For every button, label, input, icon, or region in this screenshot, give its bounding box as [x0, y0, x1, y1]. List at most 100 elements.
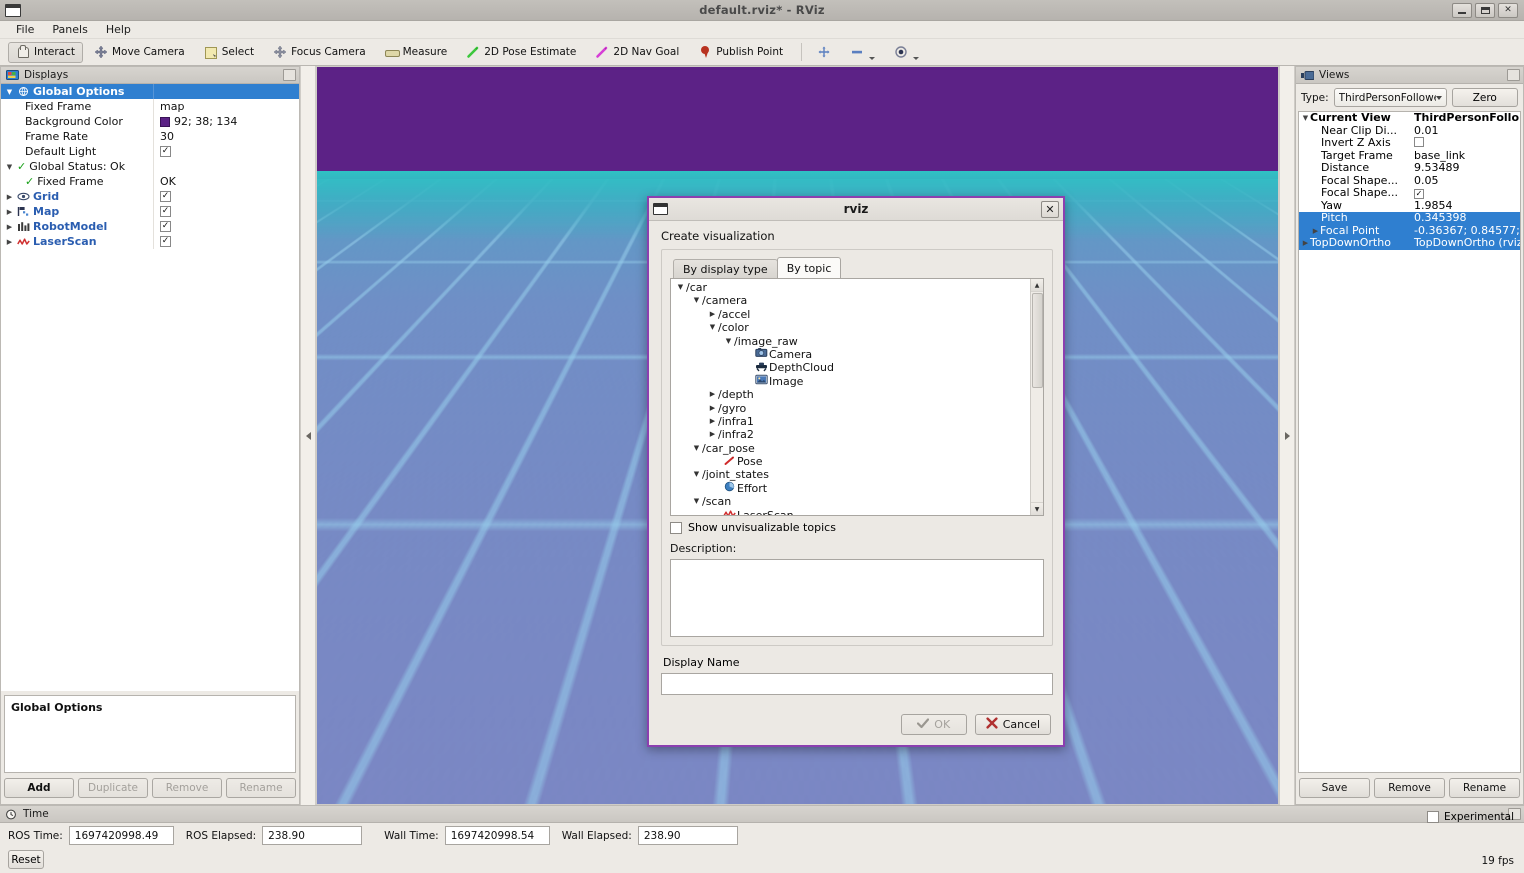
views-tree[interactable]: Current View ThirdPersonFollo... Near Cl…	[1298, 111, 1521, 773]
expand-arrow-icon[interactable]	[691, 294, 702, 307]
expand-arrow-icon[interactable]	[675, 281, 686, 294]
view-row-focal-point[interactable]: Focal Point -0.36367; 0.84577;...	[1299, 225, 1520, 238]
view-value[interactable]: 1.9854	[1411, 200, 1520, 213]
view-value[interactable]: 0.345398	[1411, 212, 1520, 225]
show-unvisualizable-row[interactable]: Show unvisualizable topics	[670, 521, 1044, 534]
tool-select[interactable]: Select	[196, 42, 262, 63]
display-row-fixed-frame[interactable]: Fixed Frame map	[1, 99, 299, 114]
menu-help[interactable]: Help	[98, 22, 139, 37]
views-float-button[interactable]	[1507, 69, 1520, 81]
topic-row-color[interactable]: /color	[671, 321, 1030, 334]
tab-by-topic[interactable]: By topic	[777, 257, 842, 278]
expand-arrow-icon[interactable]	[5, 88, 14, 96]
scrollbar-thumb[interactable]	[1032, 293, 1043, 388]
dialog-close-button[interactable]: ✕	[1041, 201, 1059, 218]
topic-row-camera[interactable]: /camera	[671, 294, 1030, 307]
display-row-map[interactable]: Map ✓	[1, 204, 299, 219]
reset-time-button[interactable]: Reset	[8, 850, 44, 869]
topic-row-infra1[interactable]: /infra1	[671, 415, 1030, 428]
tool-measure[interactable]: Measure	[377, 42, 456, 63]
expand-arrow-icon[interactable]	[707, 428, 718, 441]
view-row-invert-z-axis[interactable]: Invert Z Axis	[1299, 137, 1520, 150]
scroll-up-icon[interactable]: ▲	[1031, 279, 1044, 292]
topic-tree-scrollbar[interactable]: ▲ ▼	[1030, 279, 1043, 515]
wall-elapsed-input[interactable]: 238.90	[638, 826, 738, 845]
display-row-frame-rate[interactable]: Frame Rate 30	[1, 129, 299, 144]
display-value[interactable]: 30	[160, 129, 174, 144]
remove-tool-button[interactable]	[842, 42, 883, 63]
view-value[interactable]: -0.36367; 0.84577;...	[1411, 225, 1520, 238]
expand-arrow-icon[interactable]	[5, 163, 14, 171]
expand-arrow-icon[interactable]	[707, 388, 718, 401]
tool-properties-button[interactable]	[886, 42, 927, 63]
expand-arrow-icon[interactable]	[1301, 239, 1310, 247]
expand-arrow-icon[interactable]	[723, 335, 734, 348]
view-row-distance[interactable]: Distance 9.53489	[1299, 162, 1520, 175]
view-value[interactable]: 0.05	[1411, 175, 1520, 188]
color-swatch[interactable]	[160, 117, 170, 127]
expand-arrow-icon[interactable]	[1301, 114, 1310, 122]
expand-arrow-icon[interactable]	[691, 442, 702, 455]
view-row-pitch[interactable]: Pitch 0.345398	[1299, 212, 1520, 225]
view-row-yaw[interactable]: Yaw 1.9854	[1299, 200, 1520, 213]
tool-publish-point[interactable]: Publish Point	[690, 42, 791, 63]
rename-display-button[interactable]: Rename	[226, 778, 296, 798]
remove-display-button[interactable]: Remove	[152, 778, 222, 798]
topic-row-car[interactable]: /car	[671, 281, 1030, 294]
topic-row-image-display[interactable]: Image	[671, 375, 1030, 388]
expand-arrow-icon[interactable]	[691, 495, 702, 508]
remove-view-button[interactable]: Remove	[1374, 778, 1445, 798]
scroll-down-icon[interactable]: ▼	[1031, 502, 1044, 515]
expand-arrow-icon[interactable]	[707, 321, 718, 334]
displays-float-button[interactable]	[283, 69, 296, 81]
description-textarea[interactable]	[670, 559, 1044, 637]
duplicate-display-button[interactable]: Duplicate	[78, 778, 148, 798]
display-name-input[interactable]	[661, 673, 1053, 695]
topic-row-depth[interactable]: /depth	[671, 388, 1030, 401]
right-splitter-collapse-handle[interactable]	[1279, 66, 1295, 805]
tool-2d-nav-goal[interactable]: 2D Nav Goal	[587, 42, 687, 63]
display-value[interactable]: 92; 38; 134	[174, 114, 237, 129]
topic-row-laserscan-display[interactable]: LaserScan	[671, 509, 1030, 515]
map-visibility-checkbox[interactable]: ✓	[160, 206, 171, 217]
topic-row-image-raw[interactable]: /image_raw	[671, 335, 1030, 348]
display-row-grid[interactable]: Grid ✓	[1, 189, 299, 204]
ros-elapsed-input[interactable]: 238.90	[262, 826, 362, 845]
tool-2d-pose-estimate[interactable]: 2D Pose Estimate	[458, 42, 584, 63]
topic-row-scan[interactable]: /scan	[671, 495, 1030, 508]
menu-panels[interactable]: Panels	[44, 22, 95, 37]
displays-tree[interactable]: Global Options Fixed Frame map Backgroun…	[1, 84, 299, 691]
expand-arrow-icon[interactable]	[691, 468, 702, 481]
grid-visibility-checkbox[interactable]: ✓	[160, 191, 171, 202]
tab-by-display-type[interactable]: By display type	[673, 259, 778, 278]
tool-interact[interactable]: Interact	[8, 42, 83, 63]
expand-arrow-icon[interactable]	[5, 238, 14, 246]
rename-view-button[interactable]: Rename	[1449, 778, 1520, 798]
topic-row-joint-states[interactable]: /joint_states	[671, 468, 1030, 481]
view-row-current-view[interactable]: Current View ThirdPersonFollo...	[1299, 112, 1520, 125]
view-type-combobox[interactable]: ThirdPersonFollower	[1334, 88, 1447, 107]
dialog-ok-button[interactable]: OK	[901, 714, 967, 735]
ros-time-input[interactable]: 1697420998.49	[69, 826, 174, 845]
view-value[interactable]: 0.01	[1411, 125, 1520, 138]
topic-tree[interactable]: /car /camera /accel	[670, 278, 1044, 516]
display-row-global-status[interactable]: ✓ Global Status: Ok	[1, 159, 299, 174]
focal-shape-fixed-checkbox[interactable]: ✓	[1414, 189, 1424, 199]
experimental-toggle-row[interactable]: Experimental	[1427, 811, 1514, 823]
tool-focus-camera[interactable]: Focus Camera	[265, 42, 374, 63]
topic-row-pose-display[interactable]: Pose	[671, 455, 1030, 468]
default-light-checkbox[interactable]: ✓	[160, 146, 171, 157]
wall-time-input[interactable]: 1697420998.54	[445, 826, 550, 845]
view-row-focal-shape-size[interactable]: Focal Shape... 0.05	[1299, 175, 1520, 188]
view-value[interactable]: 9.53489	[1411, 162, 1520, 175]
expand-arrow-icon[interactable]	[5, 193, 14, 201]
topic-row-depthcloud-display[interactable]: DepthCloud	[671, 361, 1030, 374]
zero-view-button[interactable]: Zero	[1452, 88, 1518, 107]
expand-arrow-icon[interactable]	[5, 223, 14, 231]
view-row-focal-shape-fixed[interactable]: Focal Shape... ✓	[1299, 187, 1520, 200]
save-view-button[interactable]: Save	[1299, 778, 1370, 798]
dialog-cancel-button[interactable]: Cancel	[975, 714, 1051, 735]
display-row-robotmodel[interactable]: RobotModel ✓	[1, 219, 299, 234]
invert-z-axis-checkbox[interactable]	[1414, 137, 1424, 147]
view-row-topdownortho[interactable]: TopDownOrtho TopDownOrtho (rviz)	[1299, 237, 1520, 250]
